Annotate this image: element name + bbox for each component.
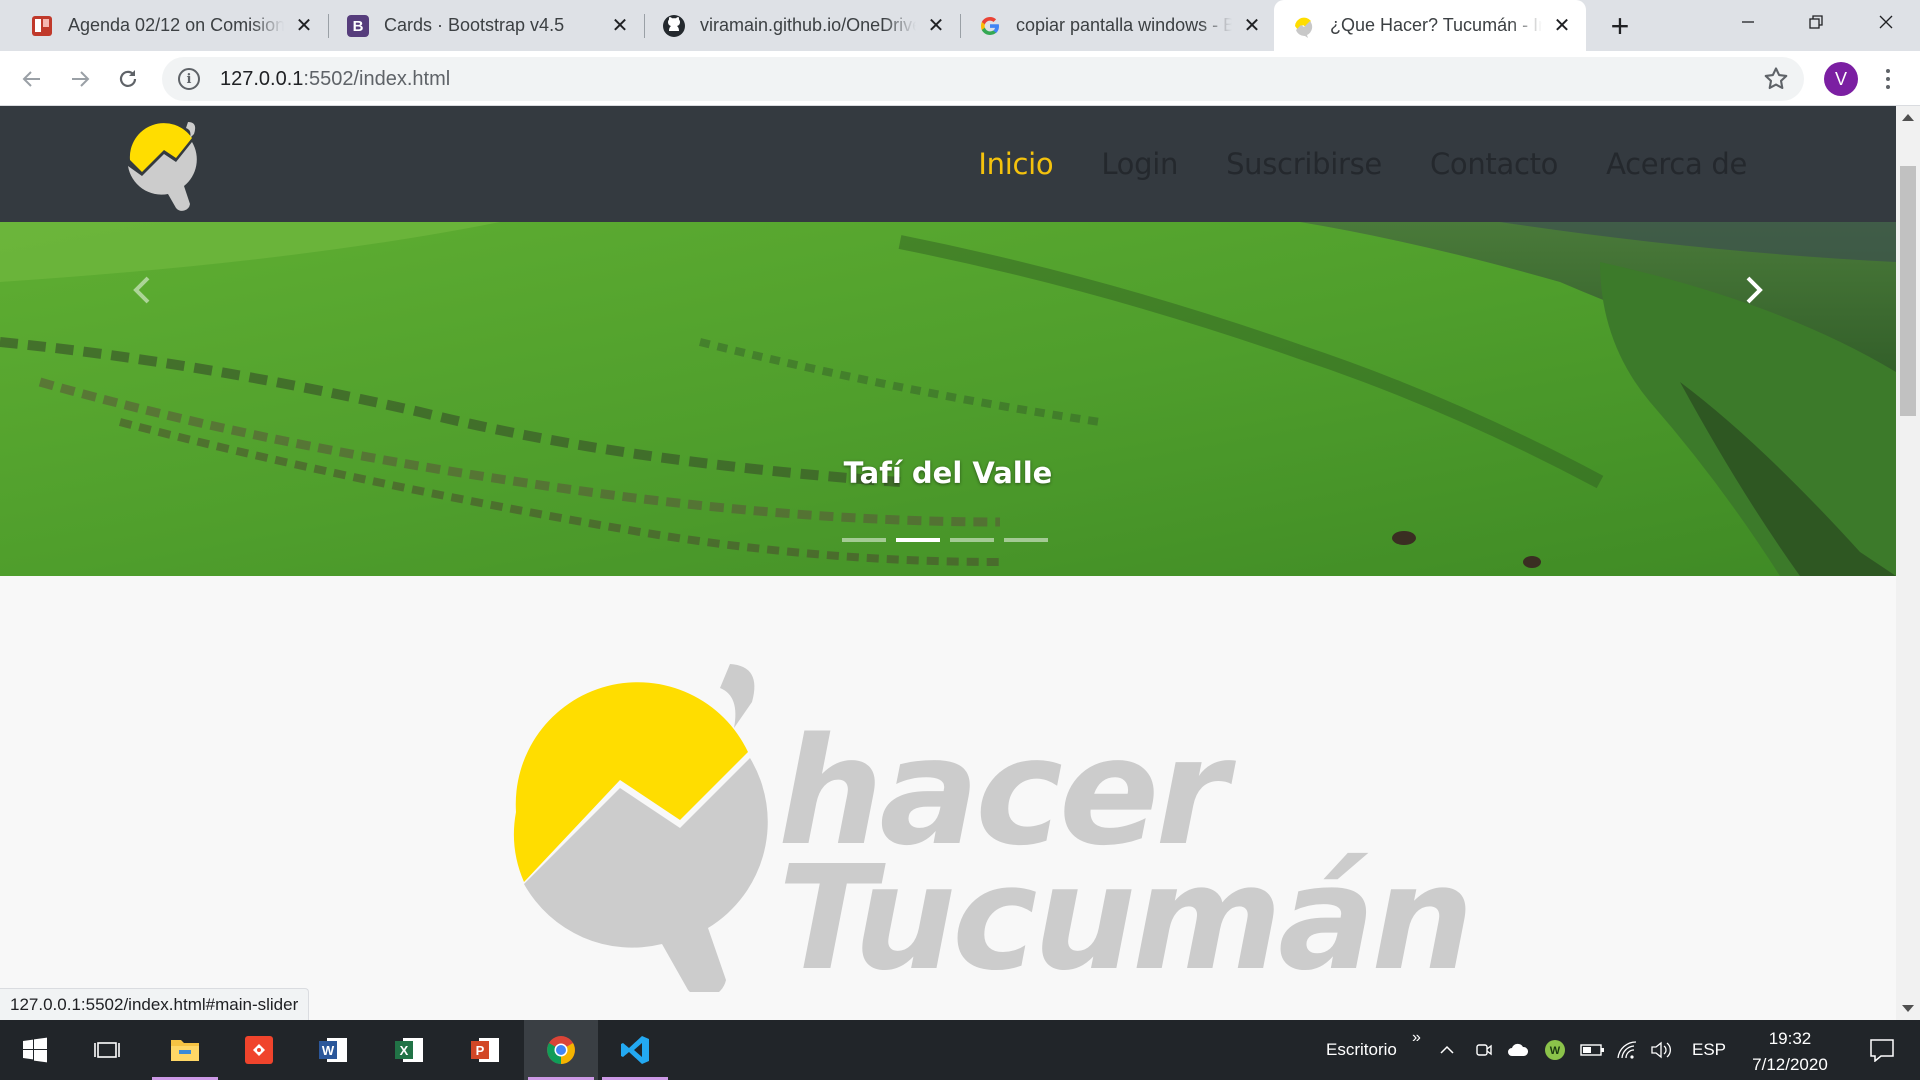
site-logo[interactable] [124, 116, 200, 212]
tab-que-hacer-tucuman[interactable]: ¿Que Hacer? Tucumán - Inicio ✕ [1274, 0, 1586, 51]
windows-taskbar: W X P Escritorio » W ESP 19:32 7/12/2020 [0, 1020, 1920, 1080]
powerpoint-icon[interactable]: P [448, 1020, 522, 1080]
close-tab-icon[interactable]: ✕ [924, 14, 948, 38]
word-icon[interactable]: W [296, 1020, 370, 1080]
slide-caption: Tafí del Valle [843, 456, 1053, 490]
close-window-button[interactable] [1852, 0, 1920, 44]
nav-link-acerca-de[interactable]: Acerca de [1606, 147, 1747, 181]
tab-github-onedrive[interactable]: viramain.github.io/OneDrive ✕ [646, 0, 960, 51]
desktop-toolbar-label: Escritorio [1326, 1040, 1397, 1059]
trello-icon [30, 14, 54, 38]
animal-shape [1523, 556, 1541, 568]
url-text[interactable]: 127.0.0.1:5502/index.html [220, 68, 450, 91]
toolbar-expand-icon[interactable]: » [1412, 1008, 1421, 1068]
site-logo-icon [1292, 14, 1316, 38]
slide-image [0, 222, 1896, 576]
svg-text:B: B [353, 18, 364, 35]
hero-logo-word-tucuman: Tucumán [778, 834, 1474, 1002]
animal-shape [1392, 531, 1416, 545]
scroll-up-arrow-icon[interactable] [1902, 114, 1914, 121]
main-slider[interactable]: Tafí del Valle [0, 222, 1896, 576]
tab-title: viramain.github.io/OneDrive [700, 15, 916, 35]
tab-separator [644, 14, 645, 38]
toolbar-escritorio[interactable]: Escritorio [1326, 1020, 1397, 1080]
onedrive-icon[interactable] [1506, 1020, 1530, 1080]
tab-title: copiar pantalla windows - Buscar [1016, 15, 1232, 35]
profile-avatar[interactable]: V [1824, 62, 1858, 96]
tab-agenda[interactable]: Agenda 02/12 on Comisiones ✕ [14, 0, 328, 51]
bootstrap-icon: B [346, 14, 370, 38]
page-viewport: Inicio Login Suscribirse Contacto Acerca… [0, 106, 1896, 1020]
battery-icon[interactable] [1580, 1020, 1606, 1080]
close-tab-icon[interactable]: ✕ [1240, 14, 1264, 38]
browser-toolbar: i 127.0.0.1:5502/index.html V [0, 51, 1920, 106]
carousel-next-button[interactable] [1724, 250, 1784, 330]
tab-title: ¿Que Hacer? Tucumán - Inicio [1330, 15, 1542, 35]
address-bar[interactable]: i 127.0.0.1:5502/index.html [162, 57, 1804, 101]
wifi-icon[interactable] [1616, 1020, 1638, 1080]
browser-tab-strip: Agenda 02/12 on Comisiones ✕ B Cards · B… [0, 0, 1920, 51]
close-tab-icon[interactable]: ✕ [608, 14, 632, 38]
carousel-indicator[interactable] [1004, 538, 1048, 542]
status-url-bubble: 127.0.0.1:5502/index.html#main-slider [0, 988, 310, 1020]
svg-text:W: W [1550, 1045, 1561, 1057]
file-explorer-icon[interactable] [148, 1020, 222, 1080]
nav-link-contacto[interactable]: Contacto [1430, 147, 1558, 181]
scroll-down-arrow-icon[interactable] [1902, 1005, 1914, 1012]
back-button[interactable] [14, 61, 50, 97]
tab-title: Cards · Bootstrap v4.5 [384, 15, 565, 35]
chrome-icon[interactable] [524, 1020, 598, 1080]
bookmark-star-icon[interactable] [1762, 65, 1790, 93]
forward-button[interactable] [62, 61, 98, 97]
clock-date: 7/12/2020 [1752, 1055, 1828, 1074]
carousel-indicator-active[interactable] [896, 538, 940, 542]
git-icon[interactable] [222, 1020, 296, 1080]
svg-text:P: P [476, 1043, 485, 1058]
minimize-button[interactable] [1714, 0, 1782, 44]
close-tab-icon[interactable]: ✕ [292, 14, 316, 38]
excel-icon[interactable]: X [372, 1020, 446, 1080]
site-info-icon[interactable]: i [178, 68, 200, 90]
nav-links: Inicio Login Suscribirse Contacto Acerca… [978, 106, 1747, 222]
carousel-prev-button[interactable] [112, 250, 172, 330]
site-navbar: Inicio Login Suscribirse Contacto Acerca… [0, 106, 1896, 222]
input-language[interactable]: ESP [1692, 1020, 1726, 1080]
taskbar-clock[interactable]: 19:32 7/12/2020 [1740, 1026, 1840, 1078]
nav-link-login[interactable]: Login [1101, 147, 1178, 181]
carousel-indicator[interactable] [950, 538, 994, 542]
meet-now-icon[interactable] [1474, 1020, 1494, 1080]
antivirus-icon[interactable]: W [1544, 1020, 1566, 1080]
url-path: :5502/index.html [303, 67, 451, 90]
tab-title: Agenda 02/12 on Comisiones [68, 15, 284, 35]
clock-time: 19:32 [1768, 1029, 1812, 1048]
tab-separator [328, 14, 329, 38]
restore-button[interactable] [1782, 0, 1850, 44]
svg-text:W: W [322, 1043, 335, 1058]
task-view-icon[interactable] [70, 1020, 144, 1080]
reload-button[interactable] [110, 61, 146, 97]
nav-link-suscribirse[interactable]: Suscribirse [1226, 147, 1382, 181]
github-icon [662, 14, 686, 38]
tab-google-search[interactable]: copiar pantalla windows - Buscar ✕ [962, 0, 1276, 51]
carousel-indicator[interactable] [842, 538, 886, 542]
nav-link-inicio[interactable]: Inicio [978, 147, 1053, 181]
chrome-menu-icon[interactable] [1874, 63, 1902, 95]
volume-icon[interactable] [1650, 1020, 1672, 1080]
notifications-icon[interactable] [1856, 1020, 1908, 1080]
carousel-indicators [842, 538, 1048, 542]
vscode-icon[interactable] [598, 1020, 672, 1080]
show-hidden-icons-icon[interactable] [1438, 1020, 1456, 1080]
start-icon[interactable] [0, 1020, 70, 1080]
url-host: 127.0.0.1 [220, 67, 304, 90]
tab-separator [960, 14, 961, 38]
hero-logo-mark [513, 664, 768, 992]
tab-bootstrap-cards[interactable]: B Cards · Bootstrap v4.5 ✕ [330, 0, 644, 51]
svg-text:X: X [400, 1043, 409, 1058]
new-tab-button[interactable]: + [1604, 10, 1636, 42]
page-scrollbar[interactable] [1896, 106, 1920, 1020]
google-icon [978, 14, 1002, 38]
close-tab-icon[interactable]: ✕ [1550, 14, 1574, 38]
scrollbar-thumb[interactable] [1900, 166, 1916, 416]
